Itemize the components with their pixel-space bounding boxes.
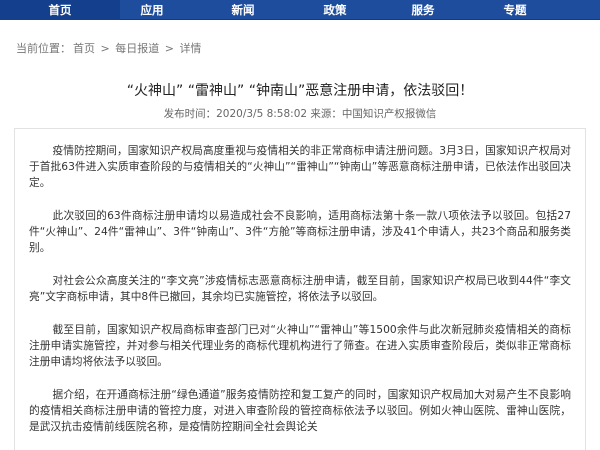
nav-item-policy[interactable]: 政策 (300, 0, 370, 20)
article-paragraph-2: 此次驳回的63件商标注册申请均以易造成社会不良影响，适用商标法第十条一款八项依法… (29, 209, 571, 254)
article-body: 疫情防控期间，国家知识产权局高度重视与疫情相关的非正常商标申请注册问题。3月3日… (14, 128, 586, 450)
article-paragraph-4: 截至目前，国家知识产权局商标审查部门已对“火神山”“雷神山”等1500余件与此次… (29, 323, 571, 368)
nav-item-apps[interactable]: 应用 (120, 0, 184, 20)
top-nav-bar: 首页 应用 新闻 政策 服务 专题 (0, 0, 600, 20)
article-meta: 发布时间：2020/3/5 8:58:02 来源：中国知识产权报微信 (163, 108, 437, 120)
breadcrumb-current: 详情 (179, 42, 202, 55)
breadcrumb-home-link[interactable]: 首页 (73, 42, 95, 55)
article-paragraph-3: 对社会公众高度关注的“李文亮”涉疫情标志恶意商标注册申请，截至目前，国家知识产权… (29, 274, 571, 303)
article-title: “火神山” “雷神山” “钟南山”恶意注册申请，依法驳回！ (126, 83, 474, 99)
nav-item-topics[interactable]: 专题 (480, 0, 550, 20)
nav-item-news[interactable]: 新闻 (208, 0, 278, 20)
breadcrumb: 当前位置： 首页 > 每日报道 > 详情 (16, 40, 203, 56)
nav-item-home[interactable]: 首页 (0, 0, 120, 20)
breadcrumb-prefix: 当前位置： (16, 42, 71, 55)
article-paragraph-1: 疫情防控期间，国家知识产权局高度重视与疫情相关的非正常商标申请注册问题。3月3日… (29, 144, 571, 189)
article-paragraph-5: 据介绍，在开通商标注册“绿色通道”服务疫情防控和复工复产的同时，国家知识产权局加… (29, 388, 571, 433)
breadcrumb-separator: > (97, 42, 114, 55)
breadcrumb-daily-report-link[interactable]: 每日报道 (115, 42, 159, 55)
nav-item-services[interactable]: 服务 (388, 0, 458, 20)
breadcrumb-separator: > (161, 42, 178, 55)
